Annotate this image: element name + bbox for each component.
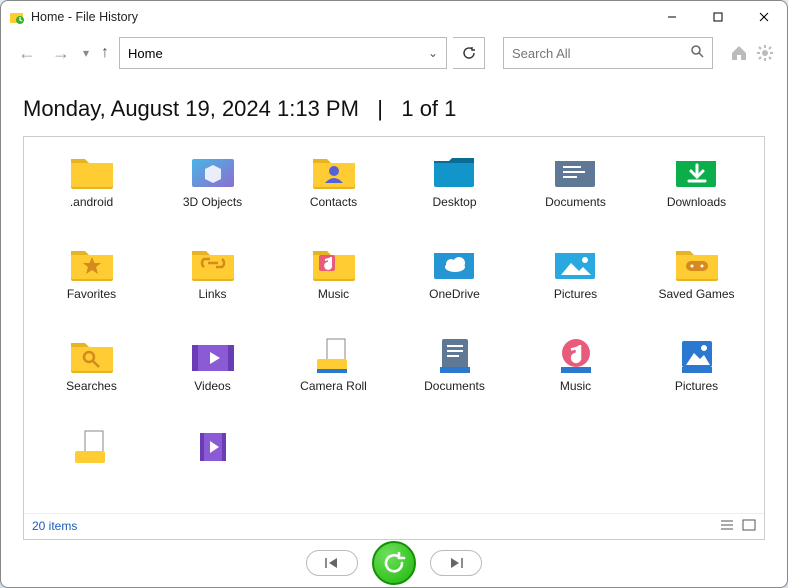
app-icon — [9, 9, 25, 25]
folder-item[interactable] — [32, 423, 151, 513]
item-count: 20 items — [32, 519, 77, 533]
item-label: Favorites — [67, 287, 116, 301]
folder-item[interactable]: Documents — [395, 331, 514, 421]
file-panel: .android 3D Objects Contacts Desktop Documen… — [23, 136, 765, 540]
minimize-button[interactable] — [649, 1, 695, 33]
folder-pic-icon — [553, 243, 599, 283]
folder-item[interactable]: Saved Games — [637, 239, 756, 329]
address-text: Home — [128, 46, 428, 61]
item-label: Downloads — [667, 195, 726, 209]
lib-music-icon — [553, 335, 599, 375]
folder-item[interactable]: 3D Objects — [153, 147, 272, 237]
folder-item[interactable]: Camera Roll — [274, 331, 393, 421]
item-label: Music — [560, 379, 591, 393]
item-label: .android — [70, 195, 113, 209]
close-button[interactable] — [741, 1, 787, 33]
previous-version-button[interactable] — [306, 550, 358, 576]
refresh-button[interactable] — [453, 37, 485, 69]
app-window: Home - File History ← → ▾ ↑ Home ⌄ — [0, 0, 788, 588]
item-label: Documents — [424, 379, 485, 393]
folder-desktop-icon — [432, 151, 478, 191]
address-dropdown-icon[interactable]: ⌄ — [428, 46, 438, 60]
history-chevron-icon[interactable]: ▾ — [81, 46, 91, 60]
status-bar: 20 items — [24, 513, 764, 539]
folder-icon — [69, 151, 115, 191]
folder-downloads-icon — [674, 151, 720, 191]
folder-item[interactable]: Contacts — [274, 147, 393, 237]
item-label: 3D Objects — [183, 195, 242, 209]
folder-item[interactable]: Videos — [153, 331, 272, 421]
heading-pager: 1 of 1 — [401, 96, 456, 121]
folder-contact-icon — [311, 151, 357, 191]
maximize-button[interactable] — [695, 1, 741, 33]
search-box[interactable] — [503, 37, 713, 69]
folder-item[interactable]: Pictures — [516, 239, 635, 329]
details-view-button[interactable] — [720, 519, 734, 534]
item-label: Pictures — [554, 287, 597, 301]
lib-docs-icon — [432, 335, 478, 375]
items-grid[interactable]: .android 3D Objects Contacts Desktop Documen… — [24, 137, 764, 513]
folder-item[interactable]: Music — [516, 331, 635, 421]
lib-camera-icon — [311, 335, 357, 375]
item-label: Desktop — [432, 195, 476, 209]
item-label: OneDrive — [429, 287, 480, 301]
item-label: Videos — [194, 379, 230, 393]
item-label: Pictures — [675, 379, 718, 393]
titlebar: Home - File History — [1, 1, 787, 33]
icons-view-button[interactable] — [742, 519, 756, 534]
folder-item[interactable]: Pictures — [637, 331, 756, 421]
heading-sep: | — [377, 96, 383, 121]
folder-item[interactable]: Music — [274, 239, 393, 329]
folder-item[interactable]: Favorites — [32, 239, 151, 329]
folder-docs-icon — [553, 151, 599, 191]
item-label: Music — [318, 287, 349, 301]
folder-item[interactable]: Searches — [32, 331, 151, 421]
toolbar-right — [729, 43, 775, 63]
item-label: Searches — [66, 379, 117, 393]
folder-item[interactable] — [153, 423, 272, 513]
up-button[interactable]: ↑ — [97, 44, 113, 62]
next-version-button[interactable] — [430, 550, 482, 576]
folder-item[interactable]: Downloads — [637, 147, 756, 237]
folder-item[interactable]: OneDrive — [395, 239, 514, 329]
search-input[interactable] — [512, 46, 690, 61]
folder-item[interactable]: Documents — [516, 147, 635, 237]
folder-game-icon — [674, 243, 720, 283]
folder-item[interactable]: .android — [32, 147, 151, 237]
folder-link-icon — [190, 243, 236, 283]
folder-cloud-icon — [432, 243, 478, 283]
item-label: Camera Roll — [300, 379, 367, 393]
content-area: Monday, August 19, 2024 1:13 PM | 1 of 1… — [1, 74, 787, 540]
item-label: Links — [198, 287, 226, 301]
home-icon[interactable] — [729, 43, 749, 63]
folder-music-icon — [311, 243, 357, 283]
gear-icon[interactable] — [755, 43, 775, 63]
lib-plain-icon — [69, 427, 115, 467]
restore-button[interactable] — [372, 541, 416, 585]
item-label: Documents — [545, 195, 606, 209]
lib-pic-icon — [674, 335, 720, 375]
window-title: Home - File History — [31, 10, 649, 24]
folder-3d-icon — [190, 151, 236, 191]
lib-vid-icon — [190, 427, 236, 467]
folder-item[interactable]: Links — [153, 239, 272, 329]
search-icon[interactable] — [690, 44, 704, 63]
bottom-bar — [1, 540, 787, 587]
heading-date: Monday, August 19, 2024 1:13 PM — [23, 96, 359, 121]
folder-video-icon — [190, 335, 236, 375]
address-bar[interactable]: Home ⌄ — [119, 37, 447, 69]
back-button[interactable]: ← — [13, 39, 41, 67]
folder-item[interactable]: Desktop — [395, 147, 514, 237]
folder-fav-icon — [69, 243, 115, 283]
item-label: Saved Games — [658, 287, 734, 301]
item-label: Contacts — [310, 195, 357, 209]
forward-button[interactable]: → — [47, 39, 75, 67]
folder-search-icon — [69, 335, 115, 375]
page-heading: Monday, August 19, 2024 1:13 PM | 1 of 1 — [23, 96, 765, 122]
toolbar: ← → ▾ ↑ Home ⌄ — [1, 33, 787, 74]
